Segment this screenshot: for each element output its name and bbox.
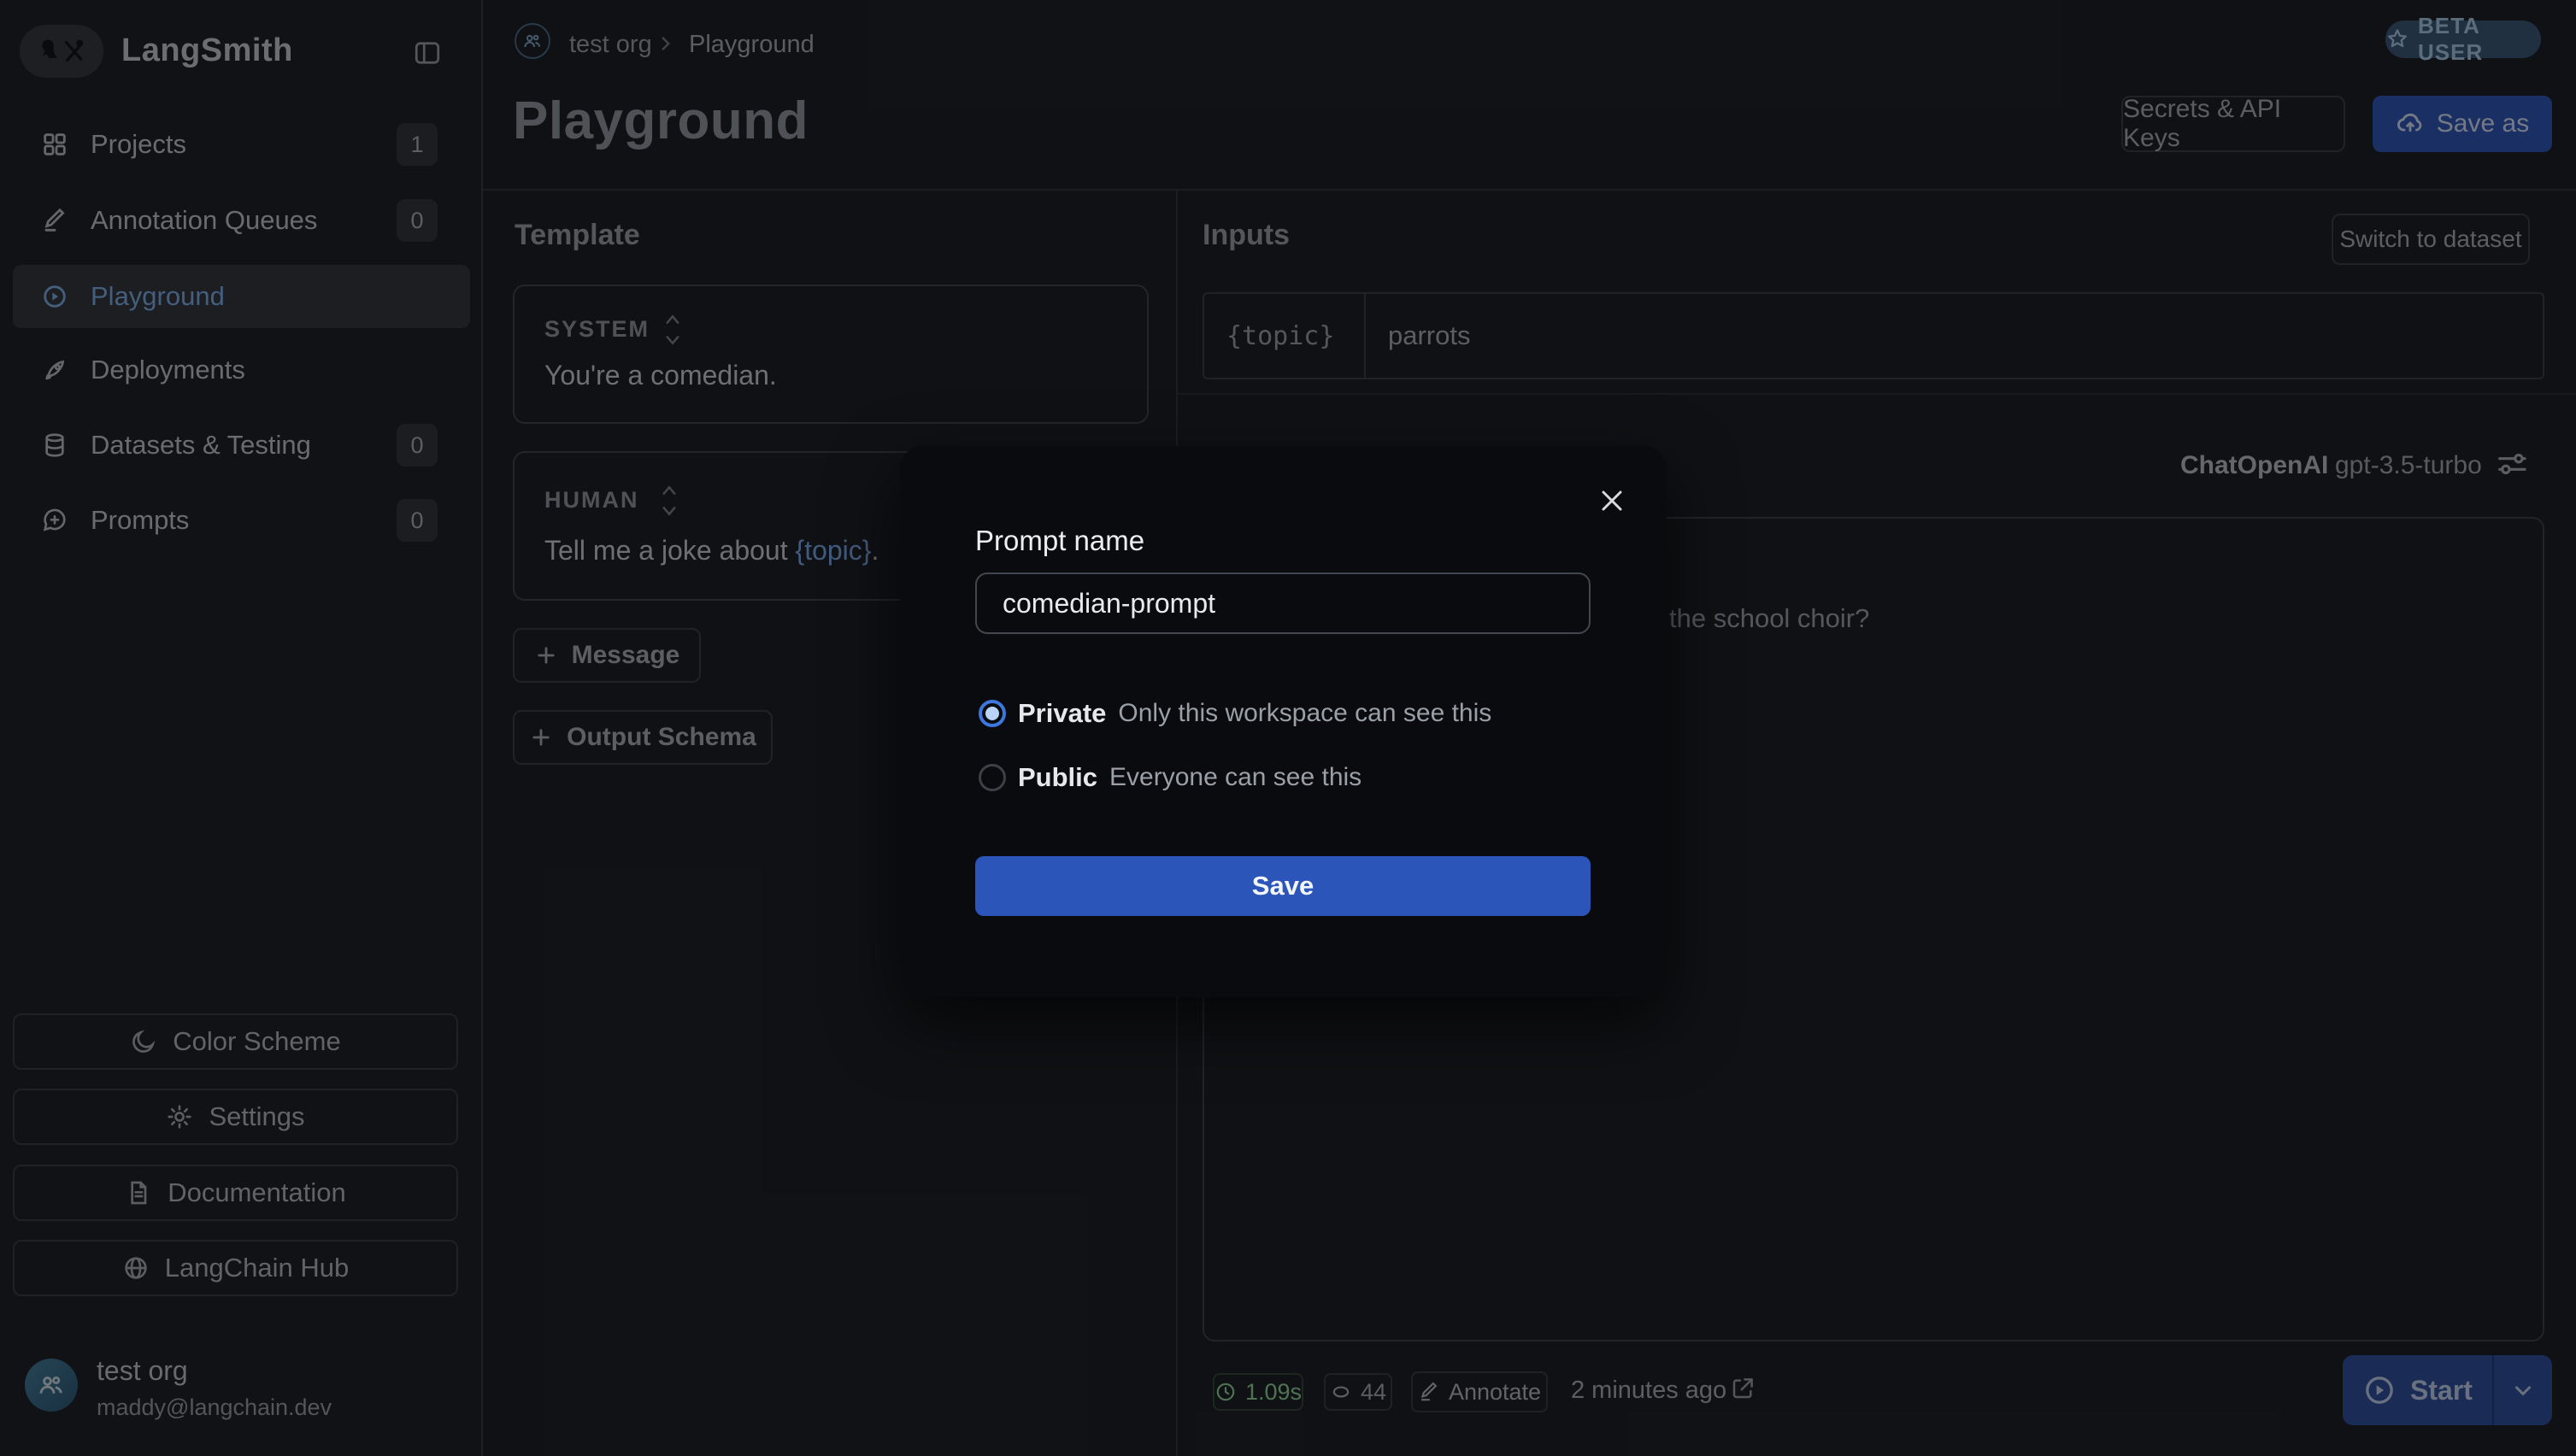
public-description: Everyone can see this [1109, 763, 1362, 792]
prompt-name-label: Prompt name [975, 525, 1144, 557]
private-label: Private [1018, 698, 1106, 729]
radio-unselected-icon[interactable] [979, 764, 1006, 791]
save-prompt-dialog: Prompt name comedian-prompt Private Only… [900, 446, 1667, 997]
save-button[interactable]: Save [975, 856, 1591, 916]
visibility-option-public[interactable]: Public Everyone can see this [979, 762, 1362, 793]
prompt-name-value: comedian-prompt [1003, 588, 1215, 619]
visibility-option-private[interactable]: Private Only this workspace can see this [979, 698, 1491, 729]
private-description: Only this workspace can see this [1118, 699, 1491, 728]
public-label: Public [1018, 762, 1097, 793]
prompt-name-input[interactable]: comedian-prompt [975, 572, 1591, 634]
radio-selected-icon[interactable] [979, 700, 1006, 727]
close-icon[interactable] [1595, 484, 1629, 518]
